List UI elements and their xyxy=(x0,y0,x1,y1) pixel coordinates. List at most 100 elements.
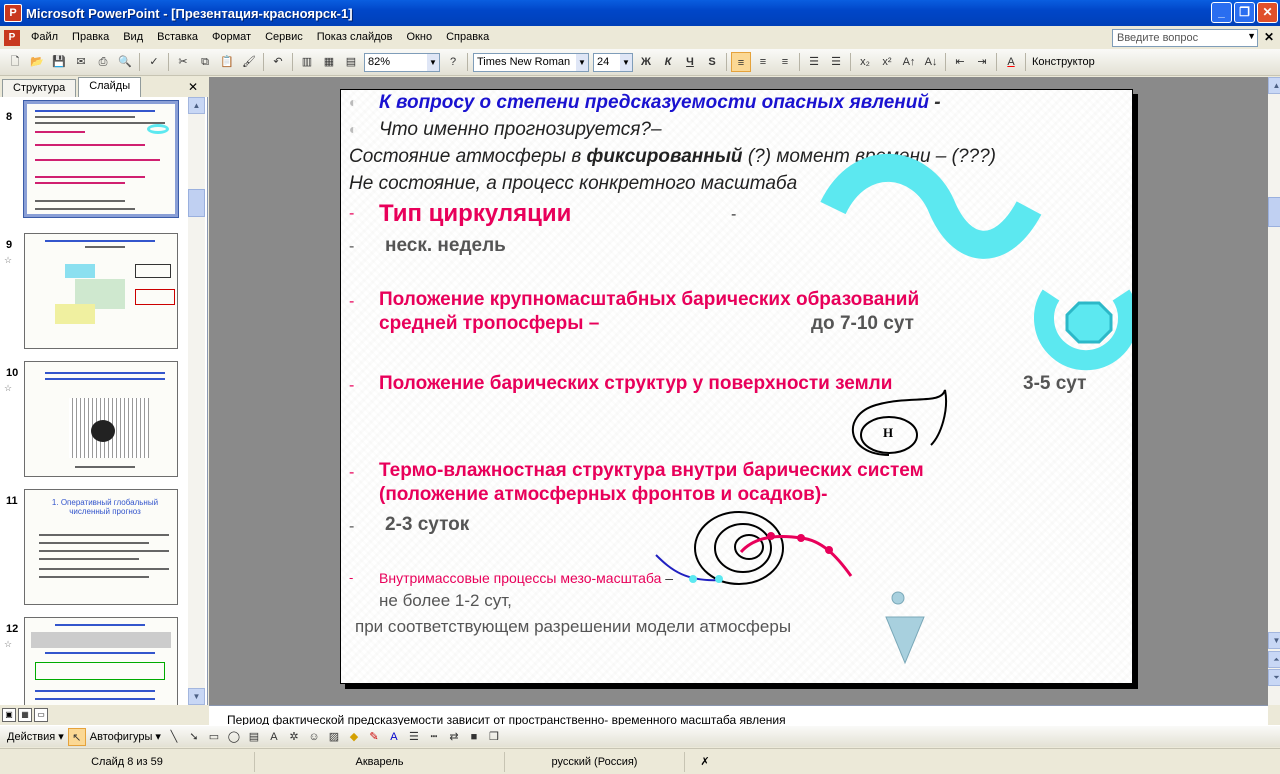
ask-question-input[interactable]: Введите вопрос xyxy=(1112,29,1258,47)
font-name-select[interactable]: Times New Roman ▼ xyxy=(473,52,589,72)
window-title: Microsoft PowerPoint - [Презентация-крас… xyxy=(26,5,353,21)
scroll-thumb[interactable] xyxy=(1268,197,1280,227)
scroll-down-icon[interactable]: ▼ xyxy=(188,688,205,705)
grid-icon[interactable]: ▤ xyxy=(341,52,361,72)
open-icon[interactable]: 📂 xyxy=(27,52,47,72)
fill-color-icon[interactable]: ◆ xyxy=(345,728,363,746)
document-icon[interactable]: P xyxy=(4,29,20,46)
menu-format[interactable]: Формат xyxy=(205,26,258,49)
prev-slide-icon[interactable]: ⏶ xyxy=(1268,651,1280,668)
slide-scrollbar[interactable]: ▲ ▼ ⏶ ⏷ xyxy=(1268,77,1280,705)
underline-button[interactable]: Ч xyxy=(680,52,700,72)
dash-style-icon[interactable]: ┅ xyxy=(425,728,443,746)
menu-insert[interactable]: Вставка xyxy=(150,26,205,49)
menu-edit[interactable]: Правка xyxy=(65,26,116,49)
autoshapes-menu[interactable]: Автофигуры ▾ xyxy=(90,730,161,743)
3d-style-icon[interactable]: ❒ xyxy=(485,728,503,746)
slide-thumbnail-10[interactable] xyxy=(24,361,178,477)
bullets-icon[interactable]: ☰ xyxy=(826,52,846,72)
align-right-icon[interactable]: ≡ xyxy=(775,52,795,72)
clipart-icon[interactable]: ☺ xyxy=(305,728,323,746)
wordart-icon[interactable]: A xyxy=(265,728,283,746)
rectangle-icon[interactable]: ▭ xyxy=(205,728,223,746)
arrow-style-icon[interactable]: ⇄ xyxy=(445,728,463,746)
zoom-select[interactable]: 82% ▼ xyxy=(364,52,440,72)
tab-outline[interactable]: Структура xyxy=(2,79,77,97)
bold-button[interactable]: Ж xyxy=(636,52,656,72)
help-icon[interactable]: ? xyxy=(443,52,463,72)
arrow-icon[interactable]: ➘ xyxy=(185,728,203,746)
menu-help[interactable]: Справка xyxy=(439,26,496,49)
designer-button[interactable]: Конструктор xyxy=(1032,56,1095,68)
cut-icon[interactable]: ✂ xyxy=(173,52,193,72)
chevron-down-icon[interactable]: ▼ xyxy=(1247,31,1256,41)
spelling-icon[interactable]: ✓ xyxy=(144,52,164,72)
slide-canvas[interactable]: ◐ К вопросу о степени предсказуемости оп… xyxy=(340,89,1133,684)
actions-menu[interactable]: Действия ▾ xyxy=(7,730,64,743)
format-painter-icon[interactable]: 🖌 xyxy=(239,52,259,72)
slide-thumbnail-12[interactable] xyxy=(24,617,178,705)
line-color-icon[interactable]: ✎ xyxy=(365,728,383,746)
shadow-style-icon[interactable]: ■ xyxy=(465,728,483,746)
maximize-button[interactable]: ❐ xyxy=(1234,2,1255,23)
menu-tools[interactable]: Сервис xyxy=(258,26,310,49)
print-preview-icon[interactable]: 🔍 xyxy=(115,52,135,72)
notes-pane[interactable]: Период фактической предсказуемости завис… xyxy=(209,705,1268,725)
normal-view-icon[interactable]: ▣ xyxy=(2,708,16,722)
increase-indent-icon[interactable]: ⇥ xyxy=(972,52,992,72)
menu-slideshow[interactable]: Показ слайдов xyxy=(310,26,400,49)
scroll-thumb[interactable] xyxy=(188,189,205,217)
sorter-view-icon[interactable]: ▦ xyxy=(18,708,32,722)
align-left-icon[interactable]: ≡ xyxy=(731,52,751,72)
decrease-indent-icon[interactable]: ⇤ xyxy=(950,52,970,72)
slide-thumbnail-8[interactable] xyxy=(23,100,179,218)
subscript-icon[interactable]: x₂ xyxy=(855,52,875,72)
save-icon[interactable]: 💾 xyxy=(49,52,69,72)
slideshow-view-icon[interactable]: ▭ xyxy=(34,708,48,722)
next-slide-icon[interactable]: ⏷ xyxy=(1268,669,1280,686)
tab-slides[interactable]: Слайды xyxy=(78,77,142,97)
picture-icon[interactable]: ▨ xyxy=(325,728,343,746)
powerpoint-app-icon[interactable]: P xyxy=(4,4,22,22)
select-pointer-icon[interactable]: ↖ xyxy=(67,727,86,746)
line-icon[interactable]: ╲ xyxy=(165,728,183,746)
menu-window[interactable]: Окно xyxy=(400,26,440,49)
scroll-up-icon[interactable]: ▲ xyxy=(188,97,205,114)
slide-thumbnail-11[interactable]: 1. Оперативный глобальный численный прог… xyxy=(24,489,178,605)
shadow-button[interactable]: S xyxy=(702,52,722,72)
chart-icon[interactable]: ▥ xyxy=(297,52,317,72)
oval-icon[interactable]: ◯ xyxy=(225,728,243,746)
decrease-font-icon[interactable]: A↓ xyxy=(921,52,941,72)
superscript-icon[interactable]: x² xyxy=(877,52,897,72)
italic-button[interactable]: К xyxy=(658,52,678,72)
font-color-icon[interactable]: A xyxy=(385,728,403,746)
paste-icon[interactable]: 📋 xyxy=(217,52,237,72)
minimize-button[interactable]: _ xyxy=(1211,2,1232,23)
scroll-down-icon[interactable]: ▼ xyxy=(1268,632,1280,649)
print-icon[interactable]: ⎙ xyxy=(93,52,113,72)
new-icon[interactable]: 🗋 xyxy=(5,52,25,72)
increase-font-icon[interactable]: A↑ xyxy=(899,52,919,72)
permission-icon[interactable]: ✉ xyxy=(71,52,91,72)
spellcheck-status-icon[interactable]: ✗ xyxy=(685,752,725,772)
menu-file[interactable]: Файл xyxy=(24,26,65,49)
font-color-icon[interactable]: A xyxy=(1001,52,1021,72)
thumbnail-number: 8 xyxy=(6,111,13,123)
undo-icon[interactable]: ↶ xyxy=(268,52,288,72)
textbox-icon[interactable]: ▤ xyxy=(245,728,263,746)
scroll-up-icon[interactable]: ▲ xyxy=(1268,77,1280,94)
thumbnail-scrollbar[interactable]: ▲ ▼ xyxy=(188,97,205,705)
table-icon[interactable]: ▦ xyxy=(319,52,339,72)
copy-icon[interactable]: ⧉ xyxy=(195,52,215,72)
line-style-icon[interactable]: ☰ xyxy=(405,728,423,746)
align-center-icon[interactable]: ≡ xyxy=(753,52,773,72)
document-close-icon[interactable]: ✕ xyxy=(1264,30,1274,44)
menu-view[interactable]: Вид xyxy=(116,26,150,49)
pane-close-icon[interactable]: ✕ xyxy=(188,80,198,94)
font-size-select[interactable]: 24 ▼ xyxy=(593,52,633,72)
diagram-icon[interactable]: ✲ xyxy=(285,728,303,746)
numbering-icon[interactable]: ☰ xyxy=(804,52,824,72)
slide-thumbnail-9[interactable] xyxy=(24,233,178,349)
thumbnail-number: 10 xyxy=(6,367,19,379)
close-button[interactable]: ✕ xyxy=(1257,2,1278,23)
